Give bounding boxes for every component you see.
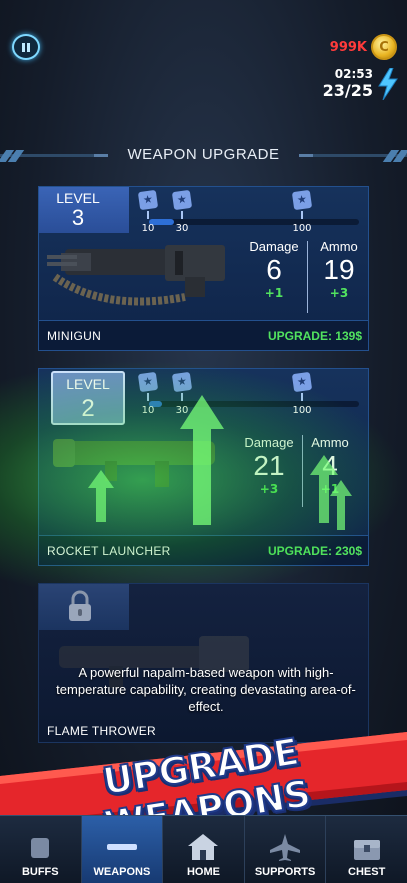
damage-value: 21: [253, 450, 285, 481]
card-reward-icon: ★: [171, 371, 193, 393]
coin-icon: C: [371, 34, 397, 60]
weapon-name: FLAME THROWER: [47, 724, 157, 738]
milestone-10: ★ 10: [135, 189, 161, 234]
currency-value: 999K: [329, 39, 367, 55]
milestone-30: ★ 30: [169, 371, 195, 416]
currency-display: 999K C: [330, 34, 397, 60]
damage-increase: +3: [259, 482, 279, 497]
locked-badge: [39, 584, 129, 630]
weapon-card-rocket-launcher[interactable]: LEVEL 2 ★ 10 ★ 30 ★ 100 Damage 21 +3 Amm…: [38, 368, 369, 566]
ammo-value: 4: [322, 450, 338, 481]
upgrade-button[interactable]: UPGRADE: 230$: [268, 544, 362, 558]
card-reward-icon: ★: [291, 371, 313, 393]
damage-stat: Damage 6 +1: [245, 239, 303, 300]
level-label: LEVEL: [66, 376, 110, 392]
damage-increase: +1: [264, 286, 284, 301]
ammo-stat: Ammo 4 +1: [301, 435, 359, 496]
damage-stat: Damage 21 +3: [240, 435, 298, 496]
buffs-icon: [31, 838, 50, 858]
damage-value: 6: [266, 254, 282, 285]
card-reward-icon: ★: [171, 189, 193, 211]
milestone-100: ★ 100: [289, 371, 315, 416]
nav-buffs[interactable]: BUFFS: [0, 816, 82, 883]
card-reward-icon: ★: [137, 371, 159, 393]
ammo-value: 19: [323, 254, 355, 285]
weapon-description: A powerful napalm-based weapon with high…: [56, 665, 356, 714]
level-milestones: ★ 10 ★ 30 ★ 100: [135, 371, 365, 416]
milestone-100: ★ 100: [289, 189, 315, 234]
level-number: 3: [71, 205, 85, 230]
nav-supports[interactable]: SUPPORTS: [245, 816, 327, 883]
level-milestones: ★ 10 ★ 30 ★ 100: [135, 189, 365, 234]
level-number: 2: [81, 395, 95, 422]
section-title-bar: WEAPON UPGRADE: [0, 144, 407, 174]
upgrade-button[interactable]: UPGRADE: 139$: [268, 329, 362, 343]
nav-chest[interactable]: CHEST: [326, 816, 407, 883]
ammo-increase: +3: [329, 286, 349, 301]
ammo-stat: Ammo 19 +3: [310, 239, 368, 300]
energy-timer: 02:53: [334, 67, 373, 81]
weapon-name: ROCKET LAUNCHER: [47, 544, 171, 558]
nav-weapons[interactable]: WEAPONS: [81, 816, 164, 883]
chest-icon: [353, 840, 380, 860]
level-label: LEVEL: [56, 190, 100, 206]
lock-icon: [69, 590, 91, 621]
home-icon: [188, 834, 219, 860]
energy-count: 23/25: [322, 80, 373, 100]
milestone-30: ★ 30: [169, 189, 195, 234]
level-badge: LEVEL 3: [39, 187, 129, 233]
level-badge: LEVEL 2: [51, 371, 125, 425]
weapon-card-flame-thrower[interactable]: A powerful napalm-based weapon with high…: [38, 583, 369, 743]
milestone-10: ★ 10: [135, 371, 161, 416]
rocket-launcher-image: [45, 431, 245, 505]
plane-icon: [270, 834, 301, 861]
lightning-bolt-icon: [378, 68, 398, 101]
pause-button[interactable]: [12, 34, 40, 60]
ammo-increase: +1: [320, 482, 340, 497]
coin-symbol: C: [379, 39, 389, 55]
minigun-image: [45, 237, 245, 311]
weapons-icon: [106, 844, 137, 850]
card-reward-icon: ★: [137, 189, 159, 211]
weapon-card-minigun[interactable]: LEVEL 3 ★ 10 ★ 30 ★ 100 Damage 6 +1 Ammo…: [38, 186, 369, 351]
card-footer: ROCKET LAUNCHER UPGRADE: 230$: [39, 535, 368, 565]
energy-display: 02:53 23/25: [322, 67, 399, 101]
card-reward-icon: ★: [291, 189, 313, 211]
bottom-nav: BUFFS WEAPONS HOME SUPPORTS CHEST: [0, 815, 407, 883]
nav-home[interactable]: HOME: [163, 816, 245, 883]
weapon-name: MINIGUN: [47, 329, 102, 343]
card-footer: MINIGUN UPGRADE: 139$: [39, 320, 368, 350]
